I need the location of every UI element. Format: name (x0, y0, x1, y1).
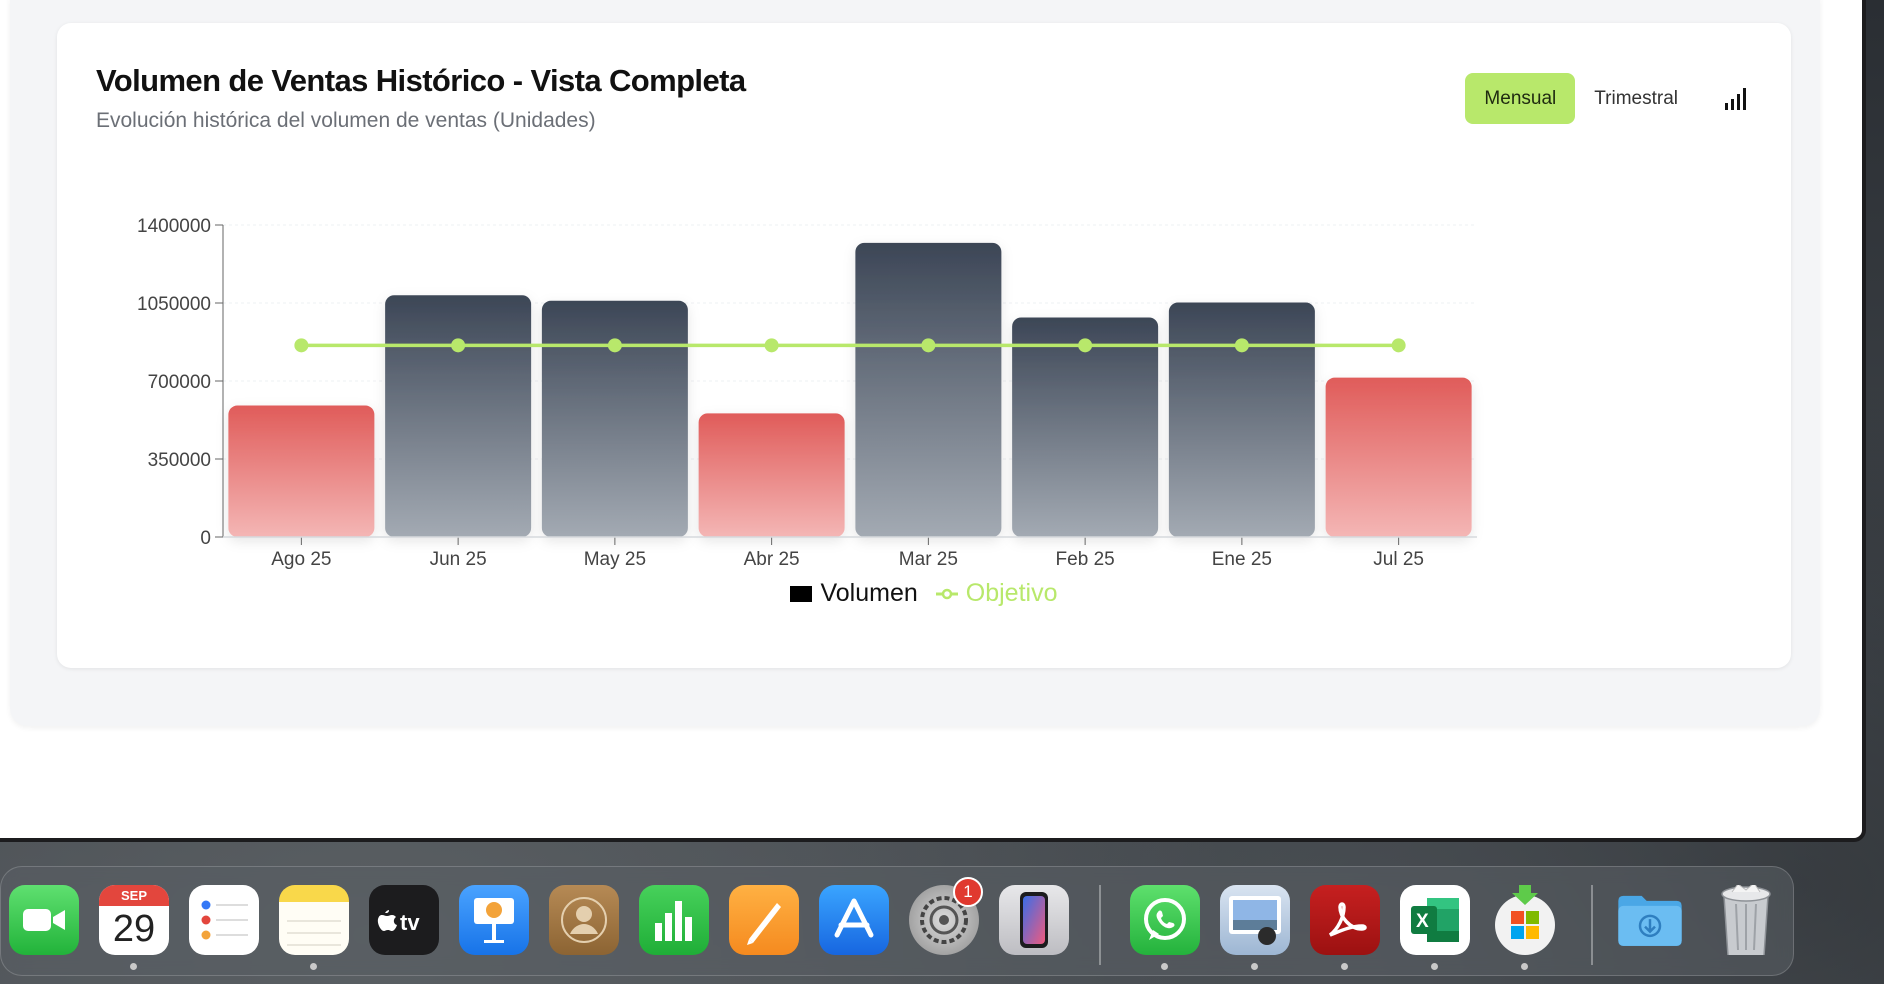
contacts-icon[interactable] (549, 885, 619, 955)
target-point[interactable] (294, 338, 309, 353)
iphone-mirroring-icon[interactable] (999, 885, 1069, 955)
acrobat-icon[interactable] (1310, 885, 1380, 955)
x-tick-label: May 25 (584, 549, 646, 570)
period-toggle: Mensual Trimestral (1465, 73, 1755, 124)
svg-text:tv: tv (400, 910, 420, 935)
x-tick-label: Abr 25 (744, 549, 800, 570)
dashboard-panel: Volumen de Ventas Histórico - Vista Comp… (10, 0, 1820, 726)
monthly-button[interactable]: Mensual (1465, 73, 1576, 124)
target-point[interactable] (1391, 338, 1406, 353)
target-line-swatch (935, 588, 958, 599)
calendar-day: 29 (112, 908, 156, 950)
x-tick-label: Mar 25 (899, 549, 958, 570)
running-indicator (1251, 963, 1258, 970)
legend-label-volume: Volumen (820, 579, 918, 607)
y-tick-label: 0 (200, 528, 211, 549)
notes-icon[interactable] (279, 885, 349, 955)
macos-dock: SEP 29 tv 1 X (0, 866, 1794, 976)
notification-badge: 1 (953, 877, 983, 907)
running-indicator (1341, 963, 1348, 970)
keynote-icon[interactable] (459, 885, 529, 955)
volume-bar[interactable] (698, 413, 845, 537)
quarterly-button[interactable]: Trimestral (1575, 73, 1697, 124)
running-indicator (130, 963, 137, 970)
running-indicator (1161, 963, 1168, 970)
excel-icon[interactable]: X (1400, 885, 1470, 955)
chart-title: Volumen de Ventas Histórico - Vista Comp… (96, 63, 746, 98)
x-tick-label: Jul 25 (1373, 549, 1424, 570)
target-point[interactable] (1234, 338, 1249, 353)
target-point[interactable] (451, 338, 466, 353)
running-indicator (310, 963, 317, 970)
y-tick-label: 1050000 (137, 294, 211, 315)
pages-icon[interactable] (729, 885, 799, 955)
y-tick-label: 700000 (148, 372, 211, 393)
legend-item-target[interactable]: Objetivo (935, 579, 1058, 608)
x-tick-label: Ago 25 (271, 549, 331, 570)
sales-volume-chart-card: Volumen de Ventas Histórico - Vista Comp… (57, 23, 1791, 668)
volume-bar[interactable] (385, 295, 532, 537)
app-store-icon[interactable] (819, 885, 889, 955)
calendar-month: SEP (99, 885, 169, 906)
volume-bar[interactable] (855, 242, 1002, 537)
y-tick-label: 1400000 (137, 216, 211, 237)
volume-bar[interactable] (1168, 302, 1315, 537)
target-point[interactable] (921, 338, 936, 353)
running-indicator (1431, 963, 1438, 970)
volume-bar[interactable] (228, 405, 375, 537)
legend-item-volume[interactable]: Volumen (790, 579, 918, 608)
dock-separator (1591, 885, 1593, 965)
volume-bar[interactable] (1325, 377, 1472, 537)
whatsapp-icon[interactable] (1130, 885, 1200, 955)
preview-icon[interactable] (1220, 885, 1290, 955)
svg-text:X: X (1416, 911, 1429, 932)
bar-chart: 1400000 1050000 700000 350000 0 Ago 25 Jun 25… (137, 216, 1477, 570)
dock-separator (1099, 885, 1101, 965)
target-point[interactable] (1078, 338, 1093, 353)
browser-window: Volumen de Ventas Histórico - Vista Comp… (0, 0, 1866, 842)
target-point[interactable] (764, 338, 779, 353)
numbers-icon[interactable] (639, 885, 709, 955)
trash-icon[interactable] (1711, 885, 1781, 955)
reminders-icon[interactable] (189, 885, 259, 955)
running-indicator (1521, 963, 1528, 970)
downloads-folder-icon[interactable] (1615, 885, 1685, 955)
volume-bar[interactable] (541, 300, 688, 537)
microsoft-autoupdate-icon[interactable] (1490, 885, 1560, 955)
facetime-icon[interactable] (9, 885, 79, 955)
x-tick-label: Jun 25 (430, 549, 487, 570)
target-point[interactable] (607, 338, 622, 353)
legend-label-target: Objetivo (965, 579, 1058, 607)
apple-tv-icon[interactable]: tv (369, 885, 439, 955)
x-tick-label: Ene 25 (1212, 549, 1272, 570)
calendar-icon[interactable]: SEP 29 (99, 885, 169, 955)
volume-swatch (790, 585, 813, 602)
bar-chart-icon[interactable] (1721, 85, 1749, 113)
x-tick-label: Feb 25 (1056, 549, 1115, 570)
chart-subtitle: Evolución histórica del volumen de venta… (96, 109, 596, 132)
chart-legend: Volumen Objetivo (57, 579, 1791, 608)
y-tick-label: 350000 (148, 450, 211, 471)
